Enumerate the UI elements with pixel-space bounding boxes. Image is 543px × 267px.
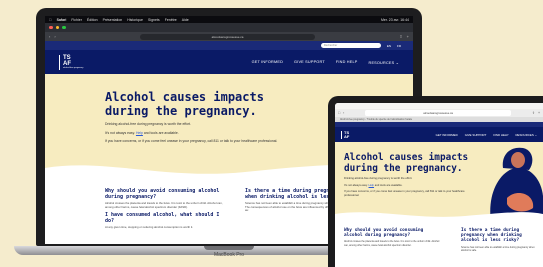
zoom-window-icon[interactable] [62, 25, 66, 30]
browser-toolbar: ‹ › alcoolsansgrossesse.ca ⇧ + [45, 32, 413, 41]
tablet-nav-find-help[interactable]: FIND HELP [493, 133, 508, 137]
section-why-avoid-text: Alcohol crosses the placenta and travels… [105, 201, 223, 209]
back-icon[interactable]: ‹ [49, 34, 50, 39]
sidebar-icon[interactable]: □ [338, 111, 340, 115]
new-tab-icon[interactable]: + [538, 111, 540, 115]
tablet-site-navbar: TS AF GET INFORMED GIVE SUPPORT FIND HELP… [335, 127, 543, 142]
tablet-section-less-risky-title: Is there a time during pregnancy when dr… [461, 228, 522, 244]
menu-item-help[interactable]: Aide [182, 18, 189, 22]
tablet-device: □ ‹ alcoolsansgrossesse.ca ⇧ + Alcohol-f… [328, 96, 543, 267]
tablet-site-logo[interactable]: TS AF [341, 130, 349, 139]
section-consumed-title: I have consumed alcohol, what should I d… [105, 212, 220, 225]
site-utility-bar: Rechercher EN FR [45, 41, 413, 50]
section-consumed-text: At any given time, stopping or reducing … [105, 225, 193, 230]
back-icon[interactable]: ‹ [343, 111, 344, 115]
nav-find-help[interactable]: FIND HELP [336, 60, 358, 64]
tablet-hero-section: Alcohol causes impacts during the pregna… [335, 142, 543, 222]
tablet-content-section: Why should you avoid consuming alcohol d… [335, 222, 543, 267]
nav-give-support[interactable]: GIVE SUPPORT [294, 60, 325, 64]
hero-paragraph-3: If you have concerns, or if you come fee… [105, 139, 278, 144]
tablet-hero-paragraph-2: It's not always easy. Help and tools are… [344, 183, 403, 187]
menu-item-view[interactable]: Présentation [103, 18, 123, 22]
hero-paragraph-1: Drinking alcohol-free during pregnancy i… [105, 122, 192, 126]
tablet-section-why-avoid-text: Alcohol crosses the placenta and travels… [344, 240, 440, 247]
browser-tabbar [45, 23, 413, 32]
tablet-screen: □ ‹ alcoolsansgrossesse.ca ⇧ + Alcohol-f… [335, 103, 543, 267]
tablet-hero-title: Alcohol causes impacts during the pregna… [344, 152, 469, 174]
tablet-nav-give-support[interactable]: GIVE SUPPORT [465, 133, 487, 137]
close-window-icon[interactable] [49, 25, 53, 30]
tablet-browser-toolbar: □ ‹ alcoolsansgrossesse.ca ⇧ + [335, 109, 543, 117]
hero-paragraph-2: It's not always easy. Help and tools are… [105, 130, 179, 135]
tablet-address-bar[interactable]: alcoolsansgrossesse.ca [365, 110, 512, 116]
minimize-window-icon[interactable] [55, 25, 59, 30]
tablet-section-why-avoid-title: Why should you avoid consuming alcohol d… [344, 228, 424, 239]
tablet-hero-paragraph-1: Drinking alcohol-free during pregnancy i… [344, 177, 413, 180]
apple-icon[interactable]:  [49, 18, 52, 22]
laptop-notch [204, 246, 254, 250]
site-navbar: TS AF alcohol-free pregnancy GET INFORMED … [45, 50, 413, 74]
nav-get-informed[interactable]: GET INFORMED [252, 60, 283, 64]
tablet-nav-resources[interactable]: RESOURCES ⌄ [515, 133, 537, 137]
lang-en-link[interactable]: EN [387, 44, 391, 48]
menu-item-window[interactable]: Fenêtre [165, 18, 177, 22]
menu-item-edit[interactable]: Édition [87, 18, 98, 22]
mac-menubar:  Safari Fichier Édition Présentation Hi… [45, 16, 413, 23]
menubar-clock: Mer. 23 avr. 16:44 [380, 17, 409, 22]
lang-fr-link[interactable]: FR [397, 44, 401, 48]
menu-item-file[interactable]: Fichier [71, 18, 82, 22]
tablet-hero-paragraph-3: If you have concerns, or if you come fee… [344, 190, 465, 197]
site-search-input[interactable]: Rechercher [320, 43, 381, 48]
menu-item-safari[interactable]: Safari [57, 18, 67, 22]
tablet-nav-get-informed[interactable]: GET INFORMED [436, 133, 458, 137]
section-why-avoid-title: Why should you avoid consuming alcohol d… [105, 188, 220, 200]
share-icon[interactable]: ⇧ [532, 111, 535, 115]
new-tab-icon[interactable]: + [407, 34, 409, 39]
tablet-section-less-risky-text: Science has not been able to establish a… [461, 245, 535, 252]
menu-item-history[interactable]: Historique [127, 18, 143, 22]
hero-title: Alcohol causes impacts during the pregna… [105, 90, 264, 118]
share-icon[interactable]: ⇧ [399, 34, 402, 39]
menu-item-bookmarks[interactable]: Signets [148, 18, 160, 22]
site-logo[interactable]: TS AF alcohol-free pregnancy [59, 54, 83, 70]
nav-resources[interactable]: RESOURCES ⌄ [369, 60, 400, 65]
tablet-hero-wave-divider [335, 212, 543, 222]
address-bar[interactable]: alcoolsansgrossesse.ca [139, 33, 316, 40]
forward-icon[interactable]: › [54, 34, 55, 39]
help-link[interactable]: Help [136, 131, 143, 135]
